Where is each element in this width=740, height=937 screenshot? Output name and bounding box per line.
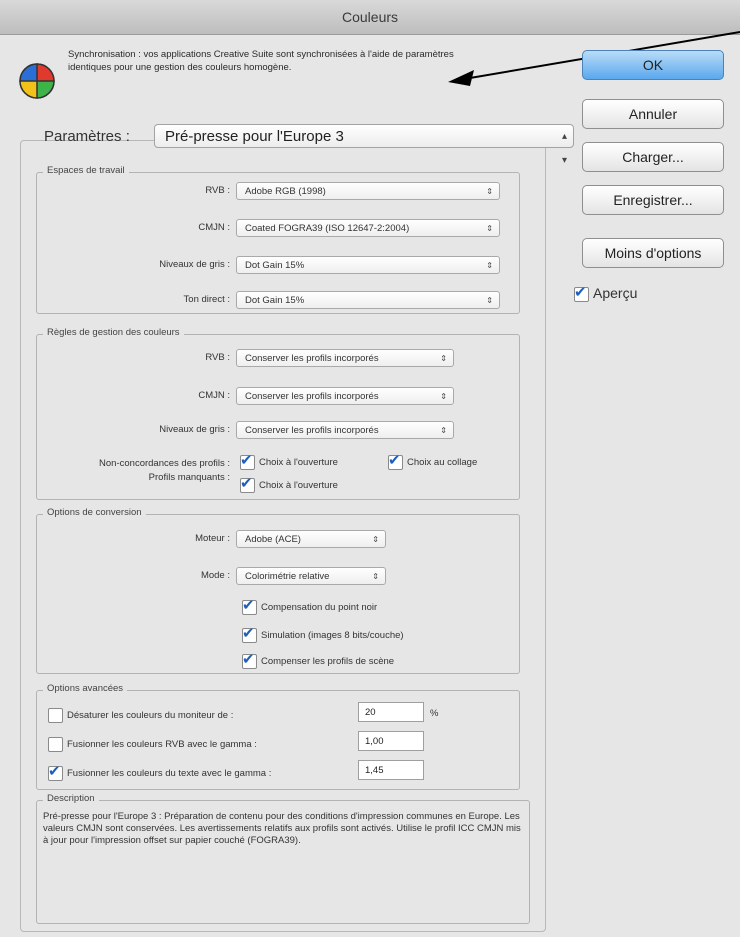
mismatch-label: Non-concordances des profils : [99,458,230,469]
policy-rgb-value: Conserver les profils incorporés [245,353,379,364]
intent-select[interactable]: Colorimétrie relative ⇕ [236,567,386,585]
spot-value: Dot Gain 15% [245,295,305,306]
desaturate-checkbox[interactable]: Désaturer les couleurs du moniteur de : [48,708,233,723]
policy-cmyk-select[interactable]: Conserver les profils incorporés ⇕ [236,387,454,405]
check-icon[interactable] [48,762,63,781]
description-group: Description Pré-presse pour l'Europe 3 :… [36,793,530,924]
policy-rgb-label: RVB : [205,352,230,363]
check-icon[interactable] [242,596,257,615]
select-arrows-icon: ⇕ [372,535,379,544]
conversion-title: Options de conversion [43,507,146,518]
scene-profile-checkbox[interactable]: Compenser les profils de scène [242,650,395,669]
policy-gray-select[interactable]: Conserver les profils incorporés ⇕ [236,421,454,439]
policy-gray-value: Conserver les profils incorporés [245,425,379,436]
ask-paste-checkbox[interactable]: Choix au collage [388,451,478,470]
ask-open-checkbox[interactable]: Choix à l'ouverture [240,451,338,470]
cmyk-value: Coated FOGRA39 (ISO 12647-2:2004) [245,223,410,234]
advanced-title: Options avancées [43,683,128,694]
preview-label: Aperçu [593,285,638,301]
gray-select[interactable]: Dot Gain 15% ⇕ [236,256,500,274]
ask-open-missing-checkbox[interactable]: Choix à l'ouverture [240,474,338,493]
engine-value: Adobe (ACE) [245,534,301,545]
check-icon[interactable] [242,650,257,669]
blend-rgb-checkbox[interactable]: Fusionner les couleurs RVB avec le gamma… [48,737,257,752]
ok-button[interactable]: OK [582,50,724,80]
check-icon[interactable] [48,737,63,752]
desaturate-label: Désaturer les couleurs du moniteur de : [67,710,234,722]
black-point-checkbox[interactable]: Compensation du point noir [242,596,378,615]
select-arrows-icon: ⇕ [486,224,493,233]
gray-value: Dot Gain 15% [245,260,305,271]
description-title: Description [43,793,99,804]
select-arrows-icon: ⇕ [486,296,493,305]
color-settings-dialog: Couleurs Synchronisation : vos applicati… [0,0,740,937]
fewer-options-button[interactable]: Moins d'options [582,238,724,268]
blend-text-checkbox[interactable]: Fusionner les couleurs du texte avec le … [48,762,272,781]
check-icon[interactable] [240,474,255,493]
rgb-value: Adobe RGB (1998) [245,186,326,197]
engine-select[interactable]: Adobe (ACE) ⇕ [236,530,386,548]
ask-paste-label: Choix au collage [407,457,478,469]
spot-label: Ton direct : [183,294,230,305]
dither-checkbox[interactable]: Simulation (images 8 bits/couche) [242,624,404,643]
load-button[interactable]: Charger... [582,142,724,172]
preview-check-icon[interactable] [574,283,589,302]
dither-label: Simulation (images 8 bits/couche) [261,630,404,642]
select-arrows-icon: ⇕ [440,426,447,435]
gray-label: Niveaux de gris : [159,259,230,270]
check-icon[interactable] [242,624,257,643]
policies-title: Règles de gestion des couleurs [43,327,184,338]
settings-label: Paramètres : [44,128,130,145]
desaturate-input[interactable]: 20 [358,702,424,722]
engine-label: Moteur : [195,533,230,544]
blend-text-input[interactable]: 1,45 [358,760,424,780]
policy-cmyk-value: Conserver les profils incorporés [245,391,379,402]
check-icon[interactable] [240,451,255,470]
select-arrows-icon: ⇕ [372,572,379,581]
policy-rgb-select[interactable]: Conserver les profils incorporés ⇕ [236,349,454,367]
select-arrows-icon: ⇕ [440,392,447,401]
blend-text-label: Fusionner les couleurs du texte avec le … [67,768,272,780]
blend-rgb-input[interactable]: 1,00 [358,731,424,751]
check-icon[interactable] [48,708,63,723]
intent-label: Mode : [200,570,230,581]
black-point-label: Compensation du point noir [261,602,378,614]
save-button[interactable]: Enregistrer... [582,185,724,215]
color-wheel-icon [18,62,56,100]
settings-select[interactable]: Pré-presse pour l'Europe 3 ▴ ▾ [154,124,574,166]
missing-label: Profils manquants : [148,472,230,483]
cmyk-select[interactable]: Coated FOGRA39 (ISO 12647-2:2004) ⇕ [236,219,500,237]
select-arrows-icon: ▴ ▾ [561,131,567,166]
cancel-button[interactable]: Annuler [582,99,724,129]
percent-unit: % [430,708,439,719]
cmyk-label: CMJN : [198,222,230,233]
select-arrows-icon: ⇕ [486,261,493,270]
window-title: Couleurs [0,0,740,35]
settings-value: Pré-presse pour l'Europe 3 [165,128,344,145]
blend-rgb-label: Fusionner les couleurs RVB avec le gamma… [67,739,257,751]
scene-profile-label: Compenser les profils de scène [261,656,395,668]
settings-row: Paramètres : Pré-presse pour l'Europe 3 … [36,122,574,166]
check-icon[interactable] [388,451,403,470]
rgb-select[interactable]: Adobe RGB (1998) ⇕ [236,182,500,200]
preview-checkbox[interactable]: Aperçu [574,283,638,302]
policy-gray-label: Niveaux de gris : [159,424,230,435]
ask-open-missing-label: Choix à l'ouverture [259,480,338,492]
spot-select[interactable]: Dot Gain 15% ⇕ [236,291,500,309]
select-arrows-icon: ⇕ [486,187,493,196]
policy-cmyk-label: CMJN : [198,390,230,401]
working-spaces-title: Espaces de travail [43,165,129,176]
rgb-label: RVB : [205,185,230,196]
description-text: Pré-presse pour l'Europe 3 : Préparation… [43,811,521,846]
select-arrows-icon: ⇕ [440,354,447,363]
sync-status-text: Synchronisation : vos applications Creat… [68,49,454,73]
intent-value: Colorimétrie relative [245,571,330,582]
ask-open-label: Choix à l'ouverture [259,457,338,469]
